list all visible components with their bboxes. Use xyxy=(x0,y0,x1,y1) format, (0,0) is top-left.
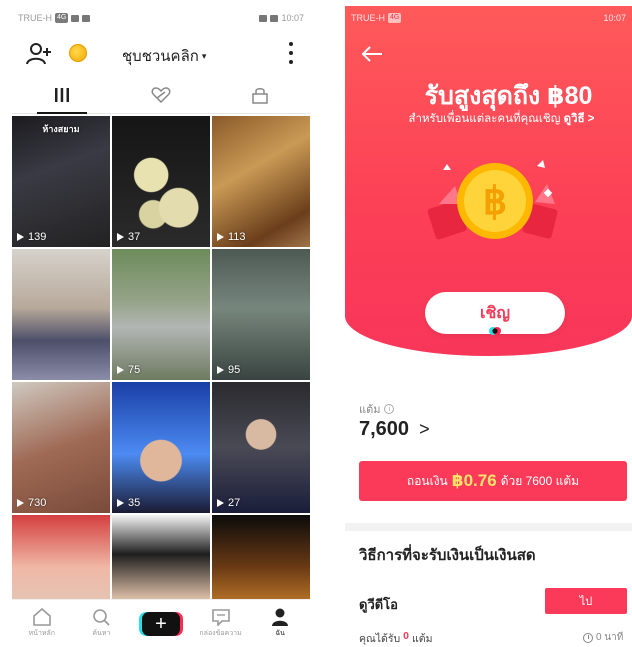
alarm-icon xyxy=(259,14,268,22)
network-icon: 4G xyxy=(55,13,69,23)
nav-inbox[interactable]: กล่องข้อความ xyxy=(197,608,245,639)
withdraw-button[interactable]: ถอนเงิน ฿0.76 ด้วย 7600 แต้ม xyxy=(359,461,627,501)
video-thumbnail[interactable]: 95 xyxy=(212,249,310,380)
status-bar: TRUE-H 4G 10:07 xyxy=(345,6,632,30)
withdraw-suffix: ด้วย 7600 แต้ม xyxy=(500,473,580,488)
reward-subtitle: สำหรับเพื่อนแต่ละคนที่คุณเชิญ ดูวิธี > xyxy=(345,110,632,128)
video-thumbnail[interactable]: 113 xyxy=(212,116,310,247)
view-count: 95 xyxy=(217,364,240,376)
nav-label: ฉัน xyxy=(275,630,285,637)
clock-label: 10:07 xyxy=(603,13,626,23)
video-thumbnail[interactable]: 75 xyxy=(112,249,210,380)
bottom-navigation: หน้าหลัก ค้นหา + กล่องข้อความ ฉัน xyxy=(12,599,310,647)
grid-icon xyxy=(54,87,69,102)
wifi-icon xyxy=(82,14,91,22)
view-count: 113 xyxy=(217,231,246,243)
points-value: 7,600 xyxy=(359,418,410,440)
home-icon xyxy=(32,608,51,626)
video-caption: ห้างสยาม xyxy=(42,124,80,134)
chevron-down-icon: ▾ xyxy=(201,50,207,61)
nav-label: ค้นหา xyxy=(92,630,111,637)
how-it-works-link[interactable]: ดูวิธี > xyxy=(564,113,595,125)
clock-icon xyxy=(583,632,593,643)
task-watch-video-label: ดูวีดีโอ xyxy=(359,597,398,612)
view-count: 75 xyxy=(117,364,140,376)
inbox-icon xyxy=(211,609,230,626)
task-go-button[interactable]: ไป xyxy=(545,588,627,614)
gift-coin-illustration: ฿ xyxy=(427,160,558,240)
username-label: ชุบชวนคลิก xyxy=(122,48,199,65)
search-icon xyxy=(93,609,111,626)
nav-me[interactable]: ฉัน xyxy=(256,608,304,639)
svg-text:฿: ฿ xyxy=(483,181,507,223)
view-count: 730 xyxy=(17,497,46,509)
username-switcher[interactable]: ชุบชวนคลิก ▾ xyxy=(122,44,206,68)
task-earned-text: คุณได้รับ 0 แต้ม xyxy=(359,630,433,647)
tiktok-mini-icon xyxy=(489,327,501,335)
network-icon: 4G xyxy=(388,13,402,23)
tab-videos[interactable] xyxy=(12,76,111,114)
timer-value: 0 นาที xyxy=(596,632,624,643)
back-arrow-icon[interactable] xyxy=(361,46,383,62)
section-divider xyxy=(345,523,632,531)
tab-private[interactable] xyxy=(211,76,310,113)
coin-icon[interactable] xyxy=(69,44,87,62)
signal-icon xyxy=(71,14,80,22)
battery-icon xyxy=(270,14,279,22)
points-label: แต้ม xyxy=(359,404,381,416)
add-friend-icon[interactable] xyxy=(26,42,52,66)
withdraw-prefix: ถอนเงิน xyxy=(406,473,448,488)
view-count: 139 xyxy=(17,231,46,243)
chevron-right-icon: > xyxy=(419,419,430,439)
nav-label: กล่องข้อความ xyxy=(199,630,242,637)
view-count: 27 xyxy=(217,497,240,509)
earned-suffix: แต้ม xyxy=(412,633,433,645)
nav-home[interactable]: หน้าหลัก xyxy=(18,608,66,639)
points-label-row: แต้ม i xyxy=(359,400,395,418)
profile-tabs xyxy=(12,76,310,114)
tab-liked[interactable] xyxy=(111,76,210,113)
carrier-label: TRUE-H xyxy=(18,13,52,23)
info-icon[interactable]: i xyxy=(384,404,395,414)
earned-prefix: คุณได้รับ xyxy=(359,633,401,645)
video-thumbnail[interactable]: 35 xyxy=(112,382,210,513)
create-video-button: + xyxy=(141,611,180,636)
carrier-label: TRUE-H xyxy=(351,13,385,23)
video-thumbnail[interactable]: 37 xyxy=(112,116,210,247)
reward-subtitle-text: สำหรับเพื่อนแต่ละคนที่คุณเชิญ xyxy=(408,113,561,125)
lock-icon xyxy=(252,87,269,104)
status-bar: TRUE-H 4G 10:07 xyxy=(12,6,310,30)
video-thumbnail[interactable]: 27 xyxy=(212,382,310,513)
more-options-icon[interactable] xyxy=(288,42,294,64)
nav-create[interactable]: + xyxy=(137,611,185,636)
profile-icon xyxy=(272,608,289,626)
rewards-hero: TRUE-H 4G 10:07 รับสูงสุดถึง ฿80 สำหรับเ… xyxy=(345,6,632,356)
video-thumbnail[interactable]: 730 xyxy=(12,382,110,513)
profile-screen: TRUE-H 4G 10:07 ชุบชวนคลิก ▾ ห้างสยาม 13… xyxy=(12,6,310,647)
view-count: 37 xyxy=(117,231,140,243)
withdraw-amount: ฿0.76 xyxy=(451,471,497,490)
clock-label: 10:07 xyxy=(281,13,304,23)
earned-points-value: 0 xyxy=(403,630,410,642)
nav-label: หน้าหลัก xyxy=(28,630,56,637)
task-timer: 0 นาที xyxy=(583,630,623,645)
view-count: 35 xyxy=(117,497,140,509)
video-thumbnail[interactable] xyxy=(12,249,110,380)
points-balance[interactable]: 7,600 > xyxy=(359,418,430,441)
liked-heart-icon xyxy=(151,86,171,103)
ways-to-earn-heading: วิธีการที่จะรับเงินเป็นเงินสด xyxy=(359,547,536,564)
invite-rewards-screen: TRUE-H 4G 10:07 รับสูงสุดถึง ฿80 สำหรับเ… xyxy=(345,6,632,647)
video-grid: ห้างสยาม 139 37 113 75 95 730 35 27 xyxy=(12,114,310,646)
nav-discover[interactable]: ค้นหา xyxy=(77,608,125,639)
profile-header: ชุบชวนคลิก ▾ xyxy=(12,30,310,76)
screenshot-stage: TRUE-H 4G 10:07 ชุบชวนคลิก ▾ ห้างสยาม 13… xyxy=(0,0,632,647)
video-thumbnail[interactable]: ห้างสยาม 139 xyxy=(12,116,110,247)
